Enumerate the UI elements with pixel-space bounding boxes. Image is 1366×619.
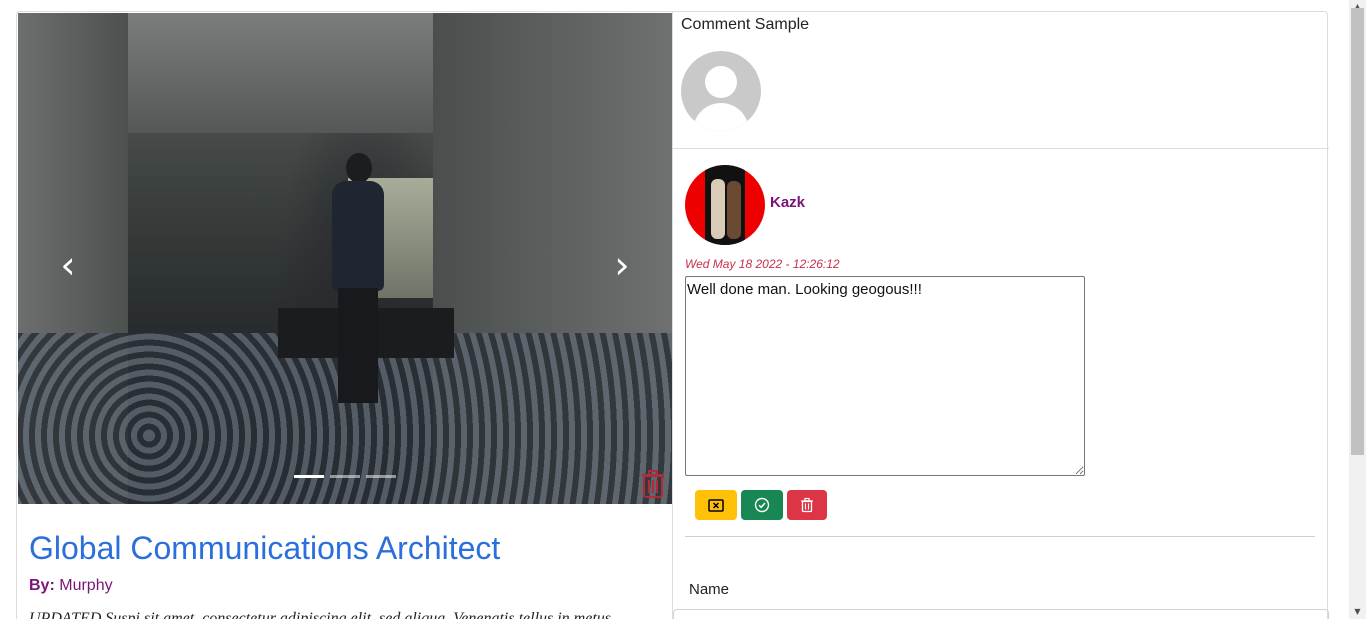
- carousel-prev-button[interactable]: ‹: [56, 243, 80, 287]
- name-input[interactable]: [673, 609, 1329, 619]
- trash-icon[interactable]: [641, 470, 665, 498]
- comment-username[interactable]: Kazk: [770, 194, 805, 211]
- post-excerpt: UPDATED Suspi sit amet, consectetur adip…: [29, 610, 612, 619]
- comment-textarea[interactable]: Well done man. Looking geogous!!!: [685, 276, 1085, 476]
- image-carousel: ‹ ›: [18, 13, 673, 504]
- carousel-next-button[interactable]: ›: [610, 243, 634, 287]
- divider: [673, 148, 1329, 149]
- comment-date: Wed May 18 2022 - 12:26:12: [685, 257, 840, 271]
- cancel-edit-button[interactable]: [695, 490, 737, 520]
- page: ‹ › Global Communications Architect By: …: [0, 0, 1366, 619]
- carousel-indicator-2[interactable]: [330, 475, 360, 478]
- scrollbar-thumb[interactable]: [1351, 8, 1364, 455]
- trash-icon: [801, 497, 813, 513]
- page-scrollbar[interactable]: ▲ ▼: [1349, 0, 1366, 619]
- comment-avatar: [685, 165, 765, 245]
- check-circle-icon: [754, 497, 770, 513]
- save-edit-button[interactable]: [741, 490, 783, 520]
- by-label: By:: [29, 577, 55, 594]
- carousel-indicator-3[interactable]: [366, 475, 396, 478]
- carousel-indicator-1[interactable]: [294, 475, 324, 478]
- post-title: Global Communications Architect: [29, 530, 501, 566]
- delete-comment-button[interactable]: [787, 490, 827, 520]
- comments-panel: Comment Sample Kazk Wed May 18 2022 - 12…: [672, 11, 1329, 619]
- carousel-indicators: [294, 475, 396, 478]
- comment-section-label: Comment Sample: [681, 16, 810, 33]
- scroll-down-arrow-icon[interactable]: ▼: [1349, 605, 1366, 619]
- x-square-icon: [708, 499, 724, 512]
- divider: [685, 536, 1315, 537]
- avatar-placeholder: [681, 51, 761, 131]
- post-author[interactable]: Murphy: [59, 577, 112, 594]
- post-byline: By: Murphy: [29, 577, 113, 595]
- name-label: Name: [689, 581, 730, 598]
